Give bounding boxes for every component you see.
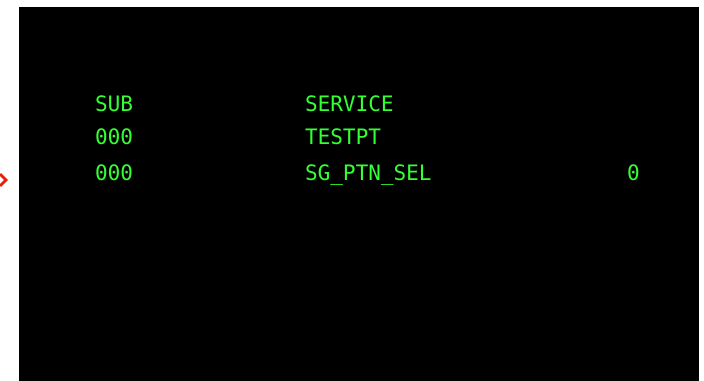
service-row[interactable]: 000 TESTPT bbox=[19, 120, 699, 154]
header-sub: SUB bbox=[95, 92, 133, 116]
row-value: 0 bbox=[627, 161, 640, 185]
page: SUB SERVICE 000 TESTPT 000 SG_PTN_SEL 0 bbox=[0, 0, 704, 381]
terminal-screen: SUB SERVICE 000 TESTPT 000 SG_PTN_SEL 0 bbox=[19, 7, 699, 381]
header-service: SERVICE bbox=[305, 92, 394, 116]
row-service: SG_PTN_SEL bbox=[305, 161, 432, 185]
row-service: TESTPT bbox=[305, 125, 381, 149]
row-sub: 000 bbox=[95, 125, 133, 149]
selection-arrow-icon bbox=[0, 172, 9, 188]
service-row-selected[interactable]: 000 SG_PTN_SEL 0 bbox=[19, 156, 699, 190]
header-row: SUB SERVICE bbox=[19, 87, 699, 121]
row-sub: 000 bbox=[95, 161, 133, 185]
